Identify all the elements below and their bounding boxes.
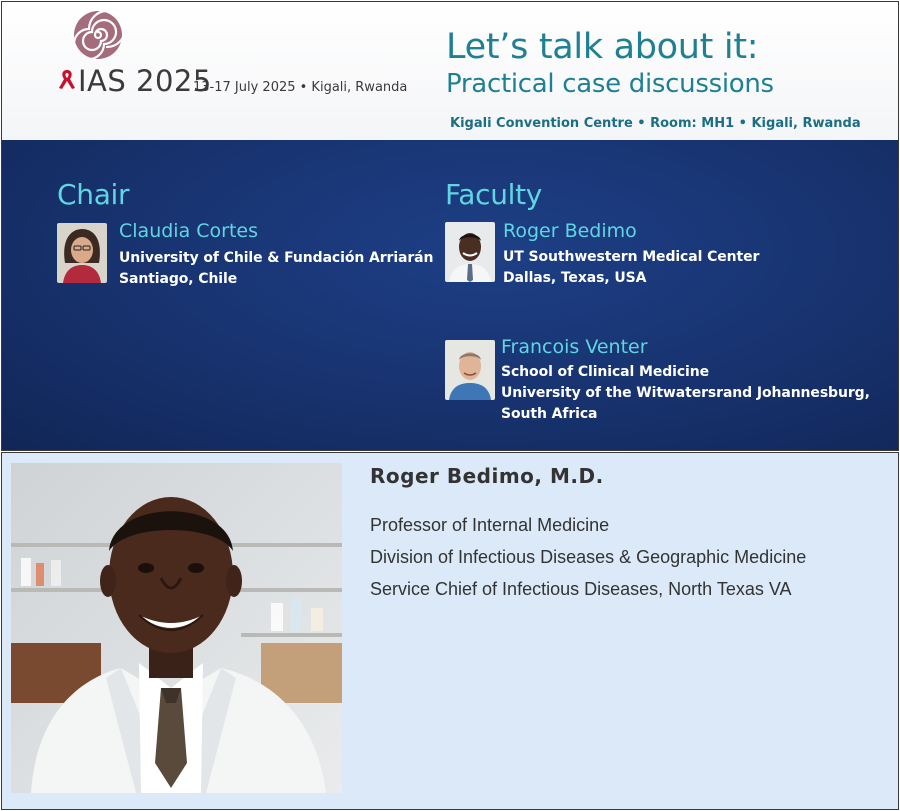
faculty-affiliation-roger-bedimo: UT Southwestern Medical Center (503, 249, 760, 265)
session-subtitle: Practical case discussions (446, 69, 774, 99)
faculty-affiliation-francois-venter: School of Clinical Medicine (501, 364, 710, 380)
faculty-name-roger-bedimo: Roger Bedimo (503, 220, 637, 242)
chair-heading: Chair (57, 178, 130, 211)
faculty-heading: Faculty (445, 178, 543, 211)
faculty-location-roger-bedimo: Dallas, Texas, USA (503, 270, 647, 286)
red-ribbon-icon (59, 70, 75, 89)
bio-title-line-3: Service Chief of Infectious Diseases, No… (370, 579, 792, 599)
slide-banner: IAS 2025 13-17 July 2025 • Kigali, Rwand… (2, 2, 898, 140)
faculty-location-francois-venter: South Africa (501, 406, 598, 422)
faculty-avatar-roger-bedimo (445, 222, 495, 282)
speaker-bio-card: Roger Bedimo, M.D. Professor of Internal… (1, 452, 899, 810)
faculty-avatar-francois-venter (445, 340, 495, 400)
bio-title-line-1: Professor of Internal Medicine (370, 515, 610, 535)
faculty-name-francois-venter: Francois Venter (501, 336, 648, 358)
chair-affiliation: University of Chile & Fundación Arriarán (119, 250, 434, 266)
chair-location: Santiago, Chile (119, 271, 238, 287)
chair-avatar (57, 223, 107, 283)
ias-conference-name: IAS 2025 (78, 64, 212, 98)
faculty-institution-francois-venter: University of the Witwatersrand Johannes… (501, 385, 870, 401)
speaker-portrait (11, 463, 342, 793)
chair-name: Claudia Cortes (119, 220, 258, 242)
conference-dates-location: 13-17 July 2025 • Kigali, Rwanda (193, 80, 408, 95)
session-venue: Kigali Convention Centre • Room: MH1 • K… (450, 116, 861, 131)
session-title: Let’s talk about it: (446, 27, 759, 67)
ias-spiral-logo-icon (72, 9, 124, 61)
bio-title-line-2: Division of Infectious Diseases & Geogra… (370, 547, 807, 567)
speakers-panel: Chair Claudia Cortes University of Chile… (2, 140, 898, 450)
bio-speaker-name: Roger Bedimo, M.D. (370, 464, 604, 488)
conference-slide: IAS 2025 13-17 July 2025 • Kigali, Rwand… (1, 1, 899, 451)
